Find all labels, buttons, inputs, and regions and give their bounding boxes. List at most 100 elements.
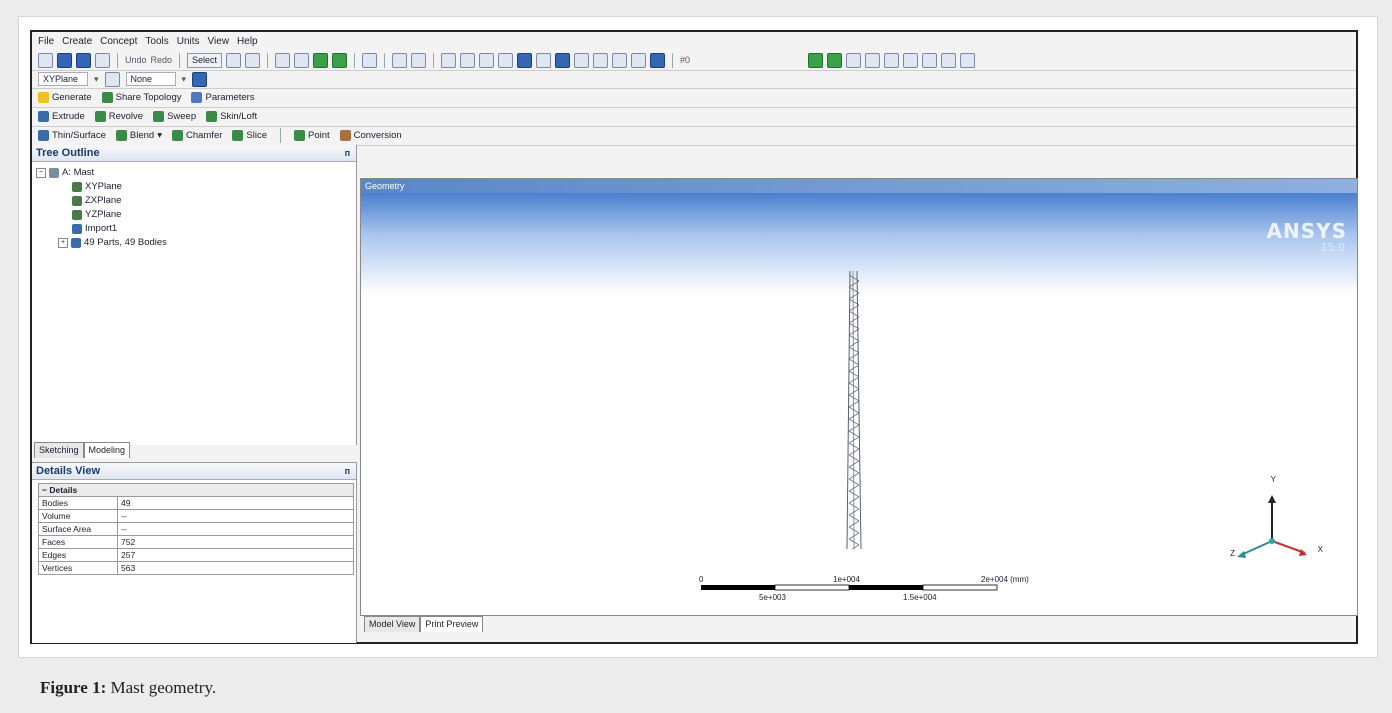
table-row[interactable]: Volume -- [38, 509, 354, 523]
toolbar-separator [117, 52, 118, 68]
extend-selection-icon[interactable] [362, 52, 378, 68]
sketch-arc-icon[interactable] [865, 52, 881, 68]
details-group-label: − Details [38, 483, 354, 497]
save-icon[interactable] [57, 52, 72, 68]
tree-item-zxplane[interactable]: ZXPlane [32, 194, 356, 208]
details-group-row[interactable]: − Details [38, 483, 354, 497]
export-icon[interactable] [76, 52, 91, 68]
tab-model-view[interactable]: Model View [364, 616, 421, 632]
figure-caption-text: Mast geometry. [106, 678, 217, 697]
new-icon[interactable] [38, 52, 53, 68]
chamfer-button[interactable]: Chamfer [171, 130, 222, 141]
display-model-icon[interactable] [827, 52, 843, 68]
new-plane-icon[interactable] [104, 71, 120, 87]
point-icon [294, 130, 305, 141]
select-points-icon[interactable] [275, 52, 291, 68]
slice-button[interactable]: Slice [232, 130, 267, 141]
tab-print-preview[interactable]: Print Preview [420, 616, 484, 632]
zoom-icon[interactable] [479, 52, 495, 68]
look-at-icon[interactable] [631, 52, 647, 68]
axis-triad[interactable] [1227, 483, 1317, 573]
clear-selection-icon[interactable] [411, 52, 427, 68]
zoom-box-icon[interactable] [517, 52, 533, 68]
tree-item-import1[interactable]: Import1 [32, 222, 356, 236]
active-sketch-dropdown[interactable]: None [125, 72, 176, 86]
thin-surface-button[interactable]: Thin/Surface [38, 130, 106, 141]
conversion-button[interactable]: Conversion [339, 130, 402, 141]
skin-loft-button[interactable]: Skin/Loft [206, 111, 257, 122]
screenshot-icon[interactable] [95, 52, 110, 68]
menu-tools[interactable]: Tools [145, 36, 168, 47]
table-row[interactable]: Faces 752 [38, 535, 354, 549]
magnifier-icon[interactable] [555, 52, 571, 68]
pin-icon[interactable]: ᴨ [345, 463, 350, 479]
active-plane-dropdown[interactable]: XYPlane [38, 72, 88, 86]
chevron-down-icon[interactable]: ▾ [182, 74, 187, 85]
pan-icon[interactable] [460, 52, 476, 68]
next-view-icon[interactable] [593, 52, 609, 68]
table-row[interactable]: Edges 257 [38, 548, 354, 562]
select-button[interactable]: Select [187, 52, 223, 68]
menu-view[interactable]: View [208, 36, 230, 47]
point-button[interactable]: Point [294, 130, 330, 141]
box-select-icon[interactable] [245, 52, 261, 68]
sketch-spline-icon[interactable] [903, 52, 919, 68]
select-mode-icon[interactable] [226, 52, 242, 68]
blend-button[interactable]: Blend ▾ [115, 130, 162, 141]
details-key: Vertices [38, 561, 118, 575]
sweep-button[interactable]: Sweep [153, 111, 196, 122]
sketch-settings-icon[interactable] [960, 52, 976, 68]
rotate-icon[interactable] [441, 52, 457, 68]
table-row[interactable]: Vertices 563 [38, 561, 354, 575]
extrude-button[interactable]: Extrude [38, 111, 85, 122]
tree-item-xyplane[interactable]: XYPlane [32, 180, 356, 194]
tree-item-yzplane[interactable]: YZPlane [32, 208, 356, 222]
select-edges-icon[interactable] [294, 52, 310, 68]
menu-units[interactable]: Units [177, 36, 200, 47]
sketch-curve-icon[interactable] [884, 52, 900, 68]
geometry-graphics-window[interactable]: Geometry ANSYS 15.0 0 1e+004 2e+004 (mm)… [360, 178, 1358, 616]
display-mode-icon[interactable] [650, 52, 666, 68]
select-bodies-icon[interactable] [332, 52, 348, 68]
select-faces-icon[interactable] [313, 52, 329, 68]
collapse-icon[interactable]: − [36, 168, 46, 178]
share-topology-button[interactable]: Share Topology [101, 92, 181, 103]
tab-modeling[interactable]: Modeling [83, 442, 131, 458]
toolbar-separator [354, 52, 356, 68]
sketch-dimension-icon[interactable] [922, 52, 938, 68]
revolve-button[interactable]: Revolve [94, 111, 143, 122]
view-tabs: Model View Print Preview [364, 616, 484, 632]
zoom-in-icon[interactable] [498, 52, 514, 68]
menu-create[interactable]: Create [62, 36, 92, 47]
tree-item-parts[interactable]: + 49 Parts, 49 Bodies [32, 236, 356, 250]
select-all-icon[interactable] [392, 52, 408, 68]
mode-tabs: Sketching Modeling [34, 442, 131, 458]
table-row[interactable]: Bodies 49 [38, 496, 354, 510]
selection-filter-count[interactable]: #0 [680, 55, 690, 65]
sketch-line-icon[interactable] [846, 52, 862, 68]
menu-file[interactable]: File [38, 36, 54, 47]
mast-geometry[interactable] [843, 271, 867, 549]
sketch-constraint-icon[interactable] [941, 52, 957, 68]
previous-view-icon[interactable] [574, 52, 590, 68]
redo-button[interactable]: Redo [151, 55, 173, 65]
toolbar-separator [280, 128, 281, 143]
menu-concept[interactable]: Concept [100, 36, 137, 47]
display-plane-icon[interactable] [808, 52, 824, 68]
table-row[interactable]: Surface Area -- [38, 522, 354, 536]
isometric-view-icon[interactable] [612, 52, 628, 68]
generate-button[interactable]: Generate [38, 92, 92, 103]
thin-surface-icon [38, 130, 49, 141]
axis-x-label: X [1317, 545, 1323, 554]
undo-button[interactable]: Undo [125, 55, 147, 65]
tree-item-root[interactable]: − A: Mast [32, 166, 356, 180]
zoom-fit-icon[interactable] [536, 52, 552, 68]
details-key: Faces [38, 535, 118, 549]
expand-icon[interactable]: + [58, 238, 68, 248]
pin-icon[interactable]: ᴨ [345, 145, 350, 161]
new-sketch-icon[interactable] [192, 71, 208, 87]
tab-sketching[interactable]: Sketching [34, 442, 84, 458]
chevron-down-icon[interactable]: ▾ [94, 74, 99, 85]
parameters-button[interactable]: Parameters [191, 92, 255, 103]
menu-help[interactable]: Help [237, 36, 258, 47]
